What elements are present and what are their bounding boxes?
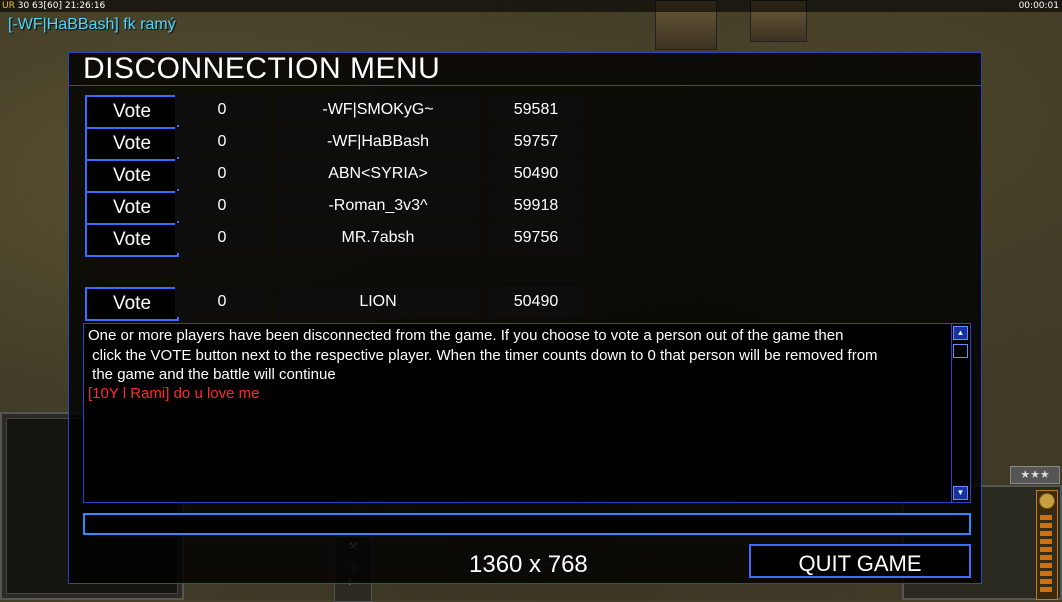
scroll-thumb[interactable]: [953, 344, 968, 358]
player-name: -Roman_3v3^: [277, 191, 479, 221]
vote-button[interactable]: Vote: [85, 127, 179, 161]
vote-count: 0: [175, 159, 269, 189]
message-area[interactable]: One or more players have been disconnect…: [83, 323, 971, 503]
top-status-bar: UR 30 63[60] 21:26:16 00:00:01: [0, 0, 1062, 12]
chat-message-header: [-WF|HaBBash] fk ramý: [8, 16, 176, 33]
rank-segment: [1040, 547, 1052, 552]
player-ping: 59581: [489, 95, 583, 125]
rank-progress-bar: [1036, 490, 1058, 600]
vote-count: 0: [175, 191, 269, 221]
rank-segment: [1040, 579, 1052, 584]
status-left: UR 30 63[60] 21:26:16: [2, 0, 105, 12]
vote-button[interactable]: Vote: [85, 287, 179, 321]
player-name: -WF|HaBBash: [277, 127, 479, 157]
player-name: MR.7absh: [277, 223, 479, 253]
scroll-down-arrow-icon[interactable]: ▼: [953, 486, 968, 500]
vote-button[interactable]: Vote: [85, 191, 179, 225]
dialog-title: DISCONNECTION MENU: [83, 52, 441, 85]
message-scrollbar[interactable]: ▲ ▼: [951, 324, 970, 502]
player-ping: 50490: [489, 159, 583, 189]
rank-segment: [1040, 523, 1052, 528]
player-ping: 59756: [489, 223, 583, 253]
game-timer: 00:00:01: [1018, 1, 1059, 11]
rank-segment: [1040, 587, 1052, 592]
rank-segment: [1040, 571, 1052, 576]
chat-input[interactable]: [83, 513, 971, 535]
disconnection-dialog: DISCONNECTION MENU Vote 0 -WF|SMOKyG~ 59…: [68, 52, 982, 584]
vote-button[interactable]: Vote: [85, 95, 179, 129]
player-name: LION: [277, 287, 479, 317]
player-ping: 59918: [489, 191, 583, 221]
scroll-up-arrow-icon[interactable]: ▲: [953, 326, 968, 340]
player-ping: 50490: [489, 287, 583, 317]
player-ping: 59757: [489, 127, 583, 157]
rank-stars-badge: ★★★: [1010, 466, 1060, 484]
medal-icon: [1039, 493, 1055, 509]
vote-count: 0: [175, 223, 269, 253]
rank-segment: [1040, 539, 1052, 544]
player-name: -WF|SMOKyG~: [277, 95, 479, 125]
quit-game-button[interactable]: QUIT GAME: [749, 544, 971, 578]
disconnect-message: One or more players have been disconnect…: [88, 327, 878, 383]
vote-count: 0: [175, 127, 269, 157]
rank-segment: [1040, 555, 1052, 560]
rank-label: UR: [2, 1, 15, 11]
chat-line: [10Y l Rami] do u love me: [88, 385, 260, 402]
vote-count: 0: [175, 287, 269, 317]
stats-label: 30 63[60]: [17, 1, 62, 11]
resolution-label: 1360 x 768: [469, 551, 588, 578]
vote-button[interactable]: Vote: [85, 223, 179, 257]
title-divider: [69, 85, 981, 86]
rank-segment: [1040, 563, 1052, 568]
vote-count: 0: [175, 95, 269, 125]
vote-button[interactable]: Vote: [85, 159, 179, 193]
rank-segment: [1040, 515, 1052, 520]
rank-segment: [1040, 531, 1052, 536]
player-name: ABN<SYRIA>: [277, 159, 479, 189]
clock-label: 21:26:16: [64, 1, 106, 11]
